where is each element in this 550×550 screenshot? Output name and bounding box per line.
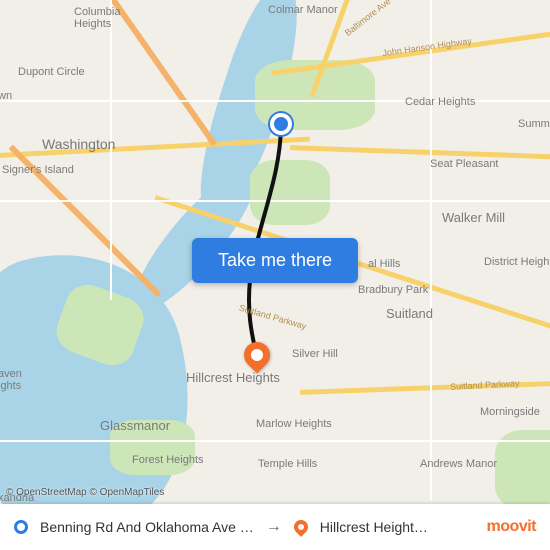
nbhd-label: al Hills <box>368 258 400 270</box>
from-label[interactable]: Benning Rd And Oklahoma Ave … <box>40 519 254 535</box>
nbhd-label: Forest Heights <box>132 454 204 466</box>
nbhd-label: Columbia Heights <box>74 6 120 30</box>
pin-icon <box>239 337 276 374</box>
arrow-right-icon: → <box>266 518 282 536</box>
nbhd-label: Suitland <box>386 306 433 321</box>
to-label[interactable]: Hillcrest Height… <box>320 519 428 535</box>
nbhd-label: Hillcrest Heights <box>186 370 280 385</box>
nbhd-label: Summ <box>518 118 550 130</box>
nbhd-label: wn <box>0 90 12 102</box>
park-area <box>250 160 330 225</box>
take-me-there-button[interactable]: Take me there <box>192 238 358 283</box>
nbhd-label: Marlow Heights <box>256 418 332 430</box>
destination-marker[interactable] <box>244 342 270 368</box>
origin-icon <box>14 520 28 534</box>
nbhd-label: Colmar Manor <box>268 4 338 16</box>
nbhd-label: Bradbury Park <box>358 284 428 296</box>
from-to-bar: Benning Rd And Oklahoma Ave … → Hillcres… <box>0 504 550 550</box>
nbhd-label: Morningside <box>480 406 540 418</box>
street <box>0 200 550 202</box>
city-label-washington: Washington <box>42 136 115 152</box>
nbhd-label: aven ights <box>0 368 22 392</box>
nbhd-label: District Heights <box>484 256 550 268</box>
nbhd-label: Walker Mill <box>442 210 505 225</box>
destination-icon <box>294 520 308 534</box>
street <box>430 0 432 500</box>
origin-marker[interactable] <box>270 113 292 135</box>
nbhd-label: Cedar Heights <box>405 96 475 108</box>
nbhd-label: Dupont Circle <box>18 66 85 78</box>
nbhd-label: Signer's Island <box>2 164 74 176</box>
map-attribution: © OpenStreetMap © OpenMapTiles <box>6 487 164 498</box>
nbhd-label: Andrews Manor <box>420 458 497 470</box>
park-area <box>495 430 550 510</box>
map-viewport[interactable]: Washington Columbia Heights Dupont Circl… <box>0 0 550 550</box>
brand-logo[interactable]: moovit <box>487 518 536 536</box>
nbhd-label: Temple Hills <box>258 458 317 470</box>
street <box>0 440 550 442</box>
nbhd-label: Seat Pleasant <box>430 158 499 170</box>
nbhd-label: Glassmanor <box>100 418 170 433</box>
nbhd-label: Silver Hill <box>292 348 338 360</box>
